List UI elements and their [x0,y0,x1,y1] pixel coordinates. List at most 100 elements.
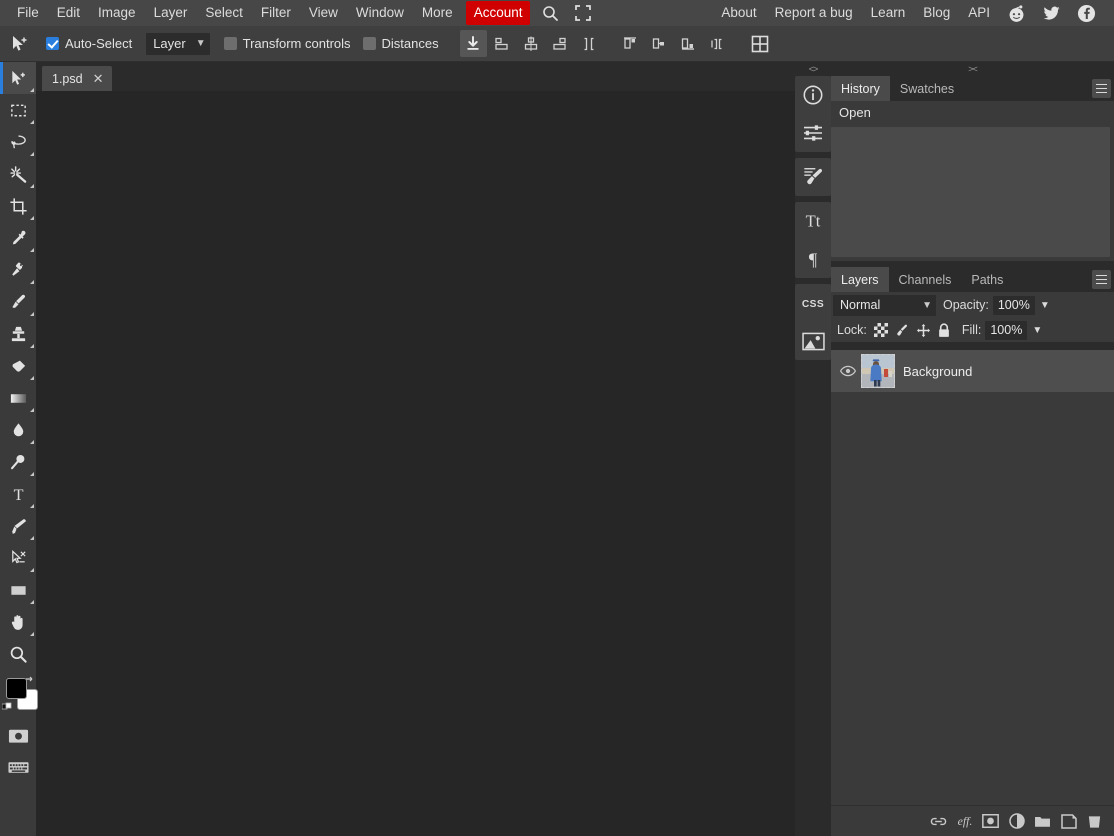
new-group-button[interactable] [1031,810,1054,833]
align-horizontal-centers-icon[interactable] [518,30,545,57]
foreground-color-swatch[interactable] [6,678,27,699]
history-panel: History Swatches Open [831,76,1114,261]
collapse-panels-button[interactable]: >< [831,62,1114,76]
panel-menu-icon[interactable] [1092,270,1111,289]
type-tool[interactable]: T [0,478,36,510]
transform-controls-checkbox[interactable]: Transform controls [224,36,351,51]
menu-image[interactable]: Image [89,1,145,25]
screenshot-tool[interactable] [0,720,36,752]
align-vertical-centers-icon[interactable] [646,30,673,57]
magic-wand-tool[interactable] [0,158,36,190]
keyboard-shortcuts-tool[interactable] [0,752,36,784]
pen-tool[interactable] [0,510,36,542]
layer-effects-button[interactable]: eff. [953,810,976,833]
menu-learn[interactable]: Learn [862,1,915,25]
delete-layer-button[interactable] [1083,810,1106,833]
healing-brush-tool[interactable] [0,254,36,286]
menu-report-a-bug[interactable]: Report a bug [766,1,862,25]
color-swatches[interactable] [0,674,36,720]
opacity-value[interactable]: 100% [993,296,1035,315]
info-panel-button[interactable] [795,76,831,114]
distribute-vertical-icon[interactable] [704,30,731,57]
css-panel-button[interactable]: CSS [795,284,831,322]
menu-api[interactable]: API [959,1,999,25]
blend-mode-dropdown[interactable]: Normal ▼ [833,295,936,316]
menu-edit[interactable]: Edit [48,1,89,25]
paragraph-panel-button[interactable]: ¶ [795,240,831,278]
marquee-tool[interactable] [0,94,36,126]
distribute-horizontal-icon[interactable] [576,30,603,57]
rail-group-text: Tt ¶ [795,202,831,278]
auto-select-target-dropdown[interactable]: Layer ▼ [146,33,209,55]
align-left-edges-icon[interactable] [489,30,516,57]
expand-panels-button[interactable]: <> [795,62,831,76]
shape-tool[interactable] [0,574,36,606]
brushes-panel-button[interactable] [795,158,831,196]
add-mask-button[interactable] [979,810,1002,833]
lock-pixels-brush-icon[interactable] [894,322,911,339]
lock-all-icon[interactable] [936,322,953,339]
align-top-edges-icon[interactable] [617,30,644,57]
tab-history[interactable]: History [831,76,890,101]
crop-tool[interactable] [0,190,36,222]
character-panel-button[interactable]: Tt [795,202,831,240]
align-right-edges-icon[interactable] [547,30,574,57]
history-panel-body: Open [831,101,1114,261]
tab-swatches[interactable]: Swatches [890,76,964,101]
opacity-slider-caret-icon[interactable]: ▼ [1040,300,1050,311]
image-panel-button[interactable] [795,322,831,360]
link-layers-button[interactable] [927,810,950,833]
menu-view[interactable]: View [300,1,347,25]
facebook-icon[interactable] [1069,1,1104,26]
twitter-icon[interactable] [1034,1,1069,26]
reddit-icon[interactable] [999,1,1034,26]
clone-stamp-tool[interactable] [0,318,36,350]
tab-layers[interactable]: Layers [831,267,889,292]
tab-paths[interactable]: Paths [961,267,1013,292]
fill-value[interactable]: 100% [985,321,1027,340]
grid-layout-icon[interactable] [747,30,774,57]
dodge-tool[interactable] [0,446,36,478]
menu-blog[interactable]: Blog [914,1,959,25]
tab-channels[interactable]: Channels [889,267,962,292]
lock-transparency-icon[interactable] [873,322,890,339]
hand-tool[interactable] [0,606,36,638]
path-select-tool[interactable] [0,542,36,574]
panel-menu-icon[interactable] [1092,79,1111,98]
brush-tool[interactable] [0,286,36,318]
menu-select[interactable]: Select [196,1,252,25]
eraser-tool[interactable] [0,350,36,382]
menu-filter[interactable]: Filter [252,1,300,25]
distances-checkbox[interactable]: Distances [363,36,439,51]
blur-tool[interactable] [0,414,36,446]
new-layer-button[interactable] [1057,810,1080,833]
layer-visibility-eye-icon[interactable] [837,365,859,377]
document-tab[interactable]: 1.psd ✕ [42,66,112,91]
adjustment-layer-button[interactable] [1005,810,1028,833]
layer-row-background[interactable]: Background [831,350,1114,392]
search-icon[interactable] [534,2,567,25]
tool-submenu-corner [30,152,34,156]
default-colors-icon[interactable] [2,700,13,718]
move-tool[interactable] [0,62,36,94]
fill-slider-caret-icon[interactable]: ▼ [1032,325,1042,336]
lasso-tool[interactable] [0,126,36,158]
menu-file[interactable]: File [8,1,48,25]
close-icon[interactable]: ✕ [91,71,106,87]
menu-window[interactable]: Window [347,1,413,25]
menu-more[interactable]: More [413,1,462,25]
menu-layer[interactable]: Layer [145,1,197,25]
zoom-tool[interactable] [0,638,36,670]
align-download-icon[interactable] [460,30,487,57]
account-button[interactable]: Account [466,1,531,25]
menu-about[interactable]: About [712,1,765,25]
lock-position-icon[interactable] [915,322,932,339]
eyedropper-tool[interactable] [0,222,36,254]
gradient-tool[interactable] [0,382,36,414]
align-bottom-edges-icon[interactable] [675,30,702,57]
adjustments-panel-button[interactable] [795,114,831,152]
history-entry-open[interactable]: Open [831,101,1114,124]
auto-select-checkbox[interactable]: Auto-Select [46,36,132,51]
fullscreen-icon[interactable] [567,2,599,24]
canvas-area[interactable] [36,91,831,836]
